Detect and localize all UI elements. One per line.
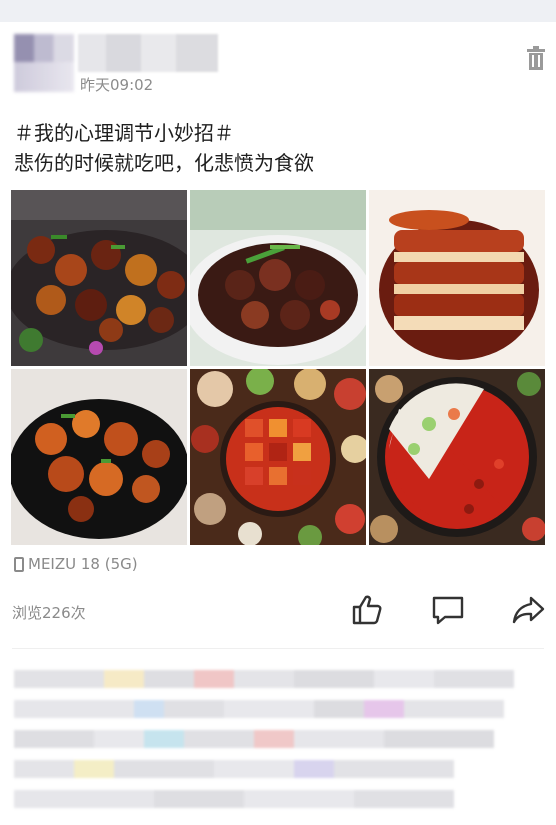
food-photo-2[interactable] xyxy=(190,190,366,366)
post-body: 悲伤的时候就吃吧，化悲愤为食欲 xyxy=(14,151,314,175)
phone-icon xyxy=(14,556,24,572)
username-blurred[interactable] xyxy=(78,34,218,72)
comment-row-blurred xyxy=(14,790,454,808)
divider xyxy=(12,648,544,649)
food-photo-3[interactable] xyxy=(369,190,545,366)
trash-icon[interactable] xyxy=(526,46,546,70)
thumbs-up-icon[interactable] xyxy=(350,593,384,627)
view-count: 浏览226次 xyxy=(12,604,86,622)
post-hashtag[interactable]: ＃我的心理调节小妙招＃ xyxy=(14,118,534,148)
food-photo-6[interactable] xyxy=(369,369,545,545)
food-photo-4[interactable] xyxy=(11,369,187,545)
device-name: MEIZU 18 (5G) xyxy=(28,555,138,573)
avatar[interactable] xyxy=(14,34,74,92)
share-icon[interactable] xyxy=(511,593,545,627)
comment-row-blurred xyxy=(14,700,504,718)
image-grid xyxy=(11,190,545,545)
food-photo-1[interactable] xyxy=(11,190,187,366)
comment-icon[interactable] xyxy=(431,593,465,627)
top-band xyxy=(0,0,556,22)
comment-row-blurred xyxy=(14,670,514,688)
food-photo-5[interactable] xyxy=(190,369,366,545)
comments-blurred xyxy=(0,660,556,825)
comment-row-blurred xyxy=(14,760,454,778)
device-label: MEIZU 18 (5G) xyxy=(14,555,138,573)
post-text: ＃我的心理调节小妙招＃ 悲伤的时候就吃吧，化悲愤为食欲 xyxy=(14,118,534,178)
comment-row-blurred xyxy=(14,730,494,748)
post-timestamp: 昨天09:02 xyxy=(80,76,154,94)
